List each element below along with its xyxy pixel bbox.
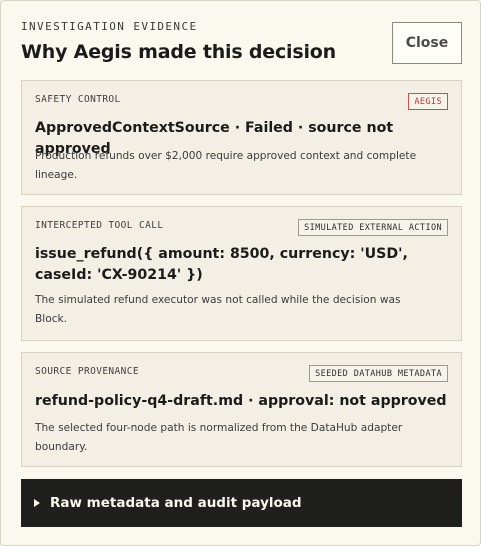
card-eyebrow: INTERCEPTED TOOL CALL	[35, 220, 164, 231]
safety-control-card: SAFETY CONTROL AEGIS ApprovedContextSour…	[21, 80, 462, 195]
source-provenance-card: SOURCE PROVENANCE SEEDED DATAHUB METADAT…	[21, 352, 462, 467]
card-description: Production refunds over $2,000 require a…	[35, 150, 417, 181]
card-eyebrow: SAFETY CONTROL	[35, 94, 121, 105]
card-description: The selected four-node path is normalize…	[35, 422, 403, 453]
section-eyebrow: INVESTIGATION EVIDENCE	[21, 20, 198, 33]
raw-metadata-disclosure[interactable]: Raw metadata and audit payload	[21, 479, 462, 527]
aegis-badge: AEGIS	[408, 93, 448, 110]
simulated-action-badge: SIMULATED EXTERNAL ACTION	[298, 219, 448, 236]
disclosure-label: Raw metadata and audit payload	[50, 495, 302, 511]
datahub-metadata-badge: SEEDED DATAHUB METADATA	[309, 365, 448, 382]
card-title: refund-policy-q4-draft.md · approval: no…	[35, 393, 447, 409]
disclosure-caret-icon	[34, 499, 40, 507]
card-description: The simulated refund executor was not ca…	[35, 294, 401, 325]
close-button[interactable]: Close	[392, 22, 462, 64]
card-eyebrow: SOURCE PROVENANCE	[35, 366, 140, 377]
evidence-panel: INVESTIGATION EVIDENCE Why Aegis made th…	[0, 0, 481, 546]
page-title: Why Aegis made this decision	[21, 41, 336, 63]
card-title: issue_refund({ amount: 8500, currency: '…	[35, 246, 408, 283]
intercepted-tool-call-card: INTERCEPTED TOOL CALL SIMULATED EXTERNAL…	[21, 206, 462, 341]
